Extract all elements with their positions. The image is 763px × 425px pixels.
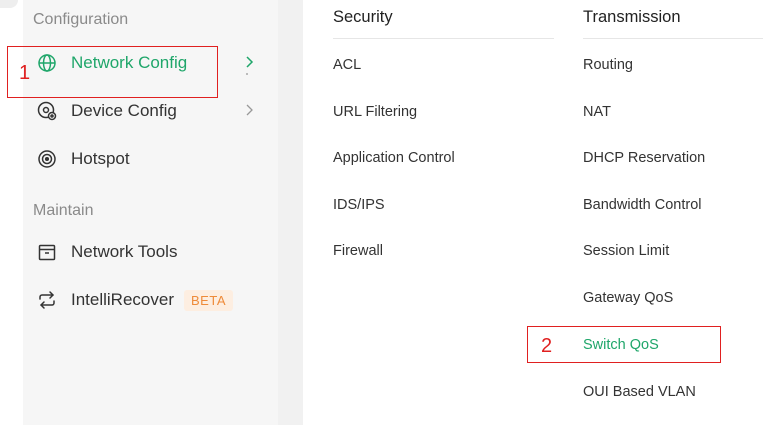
annotation-number-1: 1 <box>19 62 31 84</box>
annotation-box-1 <box>7 46 218 98</box>
hotspot-icon <box>37 149 57 169</box>
link-oui-based-vlan[interactable]: OUI Based VLAN <box>583 384 696 400</box>
link-session-limit[interactable]: Session Limit <box>583 243 669 259</box>
beta-badge: BETA <box>184 289 233 311</box>
sidebar-item-network-tools[interactable]: Network Tools <box>37 238 177 266</box>
sidebar-item-device-config[interactable]: Device Config <box>37 97 177 125</box>
link-acl[interactable]: ACL <box>333 57 361 73</box>
sidebar-item-hotspot[interactable]: Hotspot <box>37 145 130 173</box>
column-header-transmission: Transmission <box>583 8 681 26</box>
annotation-number-2: 2 <box>541 335 553 357</box>
scroll-indicator <box>246 73 248 75</box>
chevron-right-icon[interactable] <box>244 103 254 117</box>
sidebar-item-label: Hotspot <box>71 149 130 168</box>
section-title-maintain: Maintain <box>33 202 94 219</box>
annotation-box-2 <box>527 326 721 363</box>
sidebar-item-label: IntelliRecover <box>71 290 174 309</box>
column-header-security: Security <box>333 8 393 26</box>
panel-divider <box>278 0 303 425</box>
link-url-filtering[interactable]: URL Filtering <box>333 104 417 120</box>
sidebar-item-intellirecover[interactable]: IntelliRecover BETA <box>37 286 233 314</box>
column-divider <box>583 38 763 39</box>
link-dhcp-reservation[interactable]: DHCP Reservation <box>583 150 705 166</box>
recover-arrows-icon <box>37 290 57 310</box>
device-settings-icon <box>37 101 57 121</box>
link-gateway-qos[interactable]: Gateway QoS <box>583 290 673 306</box>
gutter-corner <box>0 0 18 8</box>
link-ids-ips[interactable]: IDS/IPS <box>333 197 385 213</box>
link-application-control[interactable]: Application Control <box>333 150 455 166</box>
link-routing[interactable]: Routing <box>583 57 633 73</box>
link-bandwidth-control[interactable]: Bandwidth Control <box>583 197 702 213</box>
link-firewall[interactable]: Firewall <box>333 243 383 259</box>
link-nat[interactable]: NAT <box>583 104 611 120</box>
toolbox-icon <box>37 242 57 262</box>
section-title-configuration: Configuration <box>33 11 129 28</box>
column-divider <box>333 38 554 39</box>
chevron-right-icon[interactable] <box>244 55 254 69</box>
sidebar-item-label: Device Config <box>71 101 177 120</box>
sidebar-item-label: Network Tools <box>71 242 178 261</box>
